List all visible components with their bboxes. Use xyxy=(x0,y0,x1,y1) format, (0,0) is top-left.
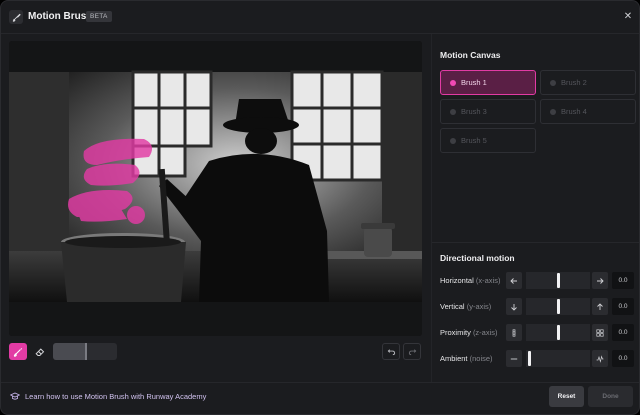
motion-label: Horizontal (x-axis) xyxy=(440,276,500,285)
canvas-image xyxy=(9,41,422,336)
arrow-left-icon[interactable] xyxy=(506,272,522,289)
brush-size-slider[interactable] xyxy=(53,343,117,360)
beta-badge: BETA xyxy=(86,11,112,22)
motion-row-ambient: Ambient (noise) 0.0 xyxy=(440,350,636,367)
brush-label: Brush 4 xyxy=(561,107,587,116)
brush-label: Brush 5 xyxy=(461,136,487,145)
ambient-slider[interactable] xyxy=(526,350,590,367)
motion-label-text: Horizontal xyxy=(440,276,474,285)
brush-size-thumb[interactable] xyxy=(85,343,87,360)
motion-axis-text: (z-axis) xyxy=(472,328,498,337)
brush-tool-button[interactable] xyxy=(9,343,27,360)
motion-label-text: Proximity xyxy=(440,328,471,337)
brush-size-fill xyxy=(53,343,85,360)
slider-thumb[interactable] xyxy=(557,325,560,340)
motion-brush-modal: Motion Brush BETA ✕ Motion Canvas Brush … xyxy=(0,0,640,415)
ambient-value-field[interactable]: 0.0 xyxy=(612,350,634,367)
motion-canvas-title: Motion Canvas xyxy=(440,50,501,60)
brush-color-dot xyxy=(550,108,556,115)
arrow-down-icon[interactable] xyxy=(506,298,522,315)
redo-icon xyxy=(408,349,416,356)
slider-thumb[interactable] xyxy=(557,273,560,288)
graduation-cap-icon xyxy=(10,392,20,400)
proximity-far-icon[interactable] xyxy=(506,324,522,341)
modal-title: Motion Brush xyxy=(28,11,93,22)
brush-label: Brush 1 xyxy=(461,78,487,87)
brush-icon xyxy=(13,347,23,357)
motion-axis-text: (y-axis) xyxy=(466,302,492,311)
brush-label: Brush 2 xyxy=(561,78,587,87)
motion-axis-text: (noise) xyxy=(469,354,493,363)
brush-color-dot xyxy=(450,137,456,144)
reset-button[interactable]: Reset xyxy=(549,386,584,407)
academy-link-text[interactable]: Learn how to use Motion Brush with Runwa… xyxy=(25,392,206,401)
brush-color-dot xyxy=(450,108,456,115)
slider-thumb[interactable] xyxy=(557,299,560,314)
horizontal-value-field[interactable]: 0.0 xyxy=(612,272,634,289)
brush-2-button[interactable]: Brush 2 xyxy=(540,70,636,95)
directional-motion-title: Directional motion xyxy=(440,253,515,263)
motion-label: Proximity (z-axis) xyxy=(440,328,498,337)
proximity-near-icon[interactable] xyxy=(592,324,608,341)
eraser-icon xyxy=(35,347,45,356)
motion-row-proximity: Proximity (z-axis) 0.0 xyxy=(440,324,636,341)
vertical-slider[interactable] xyxy=(526,298,590,315)
proximity-value-field[interactable]: 0.0 xyxy=(612,324,634,341)
brush-1-button[interactable]: Brush 1 xyxy=(440,70,536,95)
slider-thumb[interactable] xyxy=(528,351,531,366)
academy-link[interactable]: Learn how to use Motion Brush with Runwa… xyxy=(10,392,206,401)
modal-header: Motion Brush BETA ✕ xyxy=(1,1,639,33)
settings-panel: Motion Canvas Brush 1 Brush 2 Brush 3 Br… xyxy=(431,34,639,382)
brush-color-dot xyxy=(450,79,456,86)
arrow-right-icon[interactable] xyxy=(592,272,608,289)
footer-divider xyxy=(1,382,639,383)
arrow-up-icon[interactable] xyxy=(592,298,608,315)
brush-4-button[interactable]: Brush 4 xyxy=(540,99,636,124)
brush-color-dot xyxy=(550,79,556,86)
ambient-wave-icon[interactable] xyxy=(592,350,608,367)
done-button[interactable]: Done xyxy=(588,386,633,407)
motion-axis-text: (x-axis) xyxy=(475,276,501,285)
motion-row-vertical: Vertical (y-axis) 0.0 xyxy=(440,298,636,315)
horizontal-slider[interactable] xyxy=(526,272,590,289)
brush-3-button[interactable]: Brush 3 xyxy=(440,99,536,124)
section-divider xyxy=(432,242,639,243)
motion-label-text: Vertical xyxy=(440,302,465,311)
brush-icon xyxy=(9,10,23,24)
proximity-slider[interactable] xyxy=(526,324,590,341)
brush-label: Brush 3 xyxy=(461,107,487,116)
brush-5-button[interactable]: Brush 5 xyxy=(440,128,536,153)
motion-label: Ambient (noise) xyxy=(440,354,493,363)
undo-icon xyxy=(387,349,395,356)
ambient-flat-icon[interactable] xyxy=(506,350,522,367)
motion-label-text: Ambient xyxy=(440,354,468,363)
eraser-tool-button[interactable] xyxy=(31,343,49,360)
motion-row-horizontal: Horizontal (x-axis) 0.0 xyxy=(440,272,636,289)
close-icon[interactable]: ✕ xyxy=(621,10,635,24)
redo-button[interactable] xyxy=(403,343,421,360)
vertical-value-field[interactable]: 0.0 xyxy=(612,298,634,315)
motion-canvas-area[interactable] xyxy=(9,41,422,336)
undo-button[interactable] xyxy=(382,343,400,360)
motion-label: Vertical (y-axis) xyxy=(440,302,491,311)
